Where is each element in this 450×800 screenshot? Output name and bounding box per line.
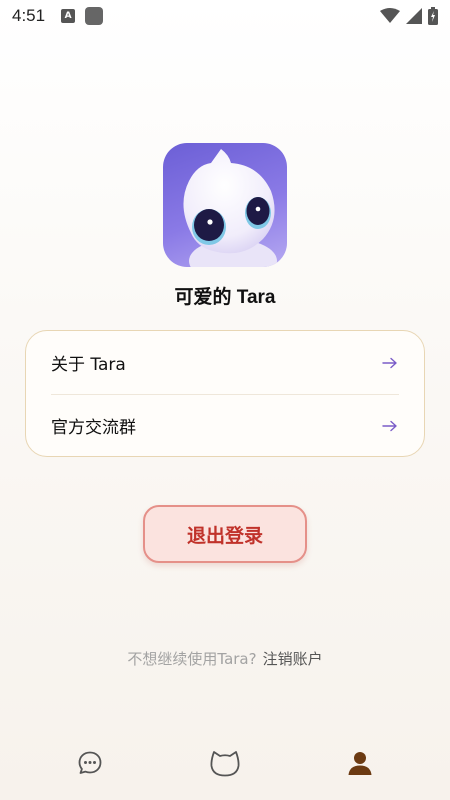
wifi-icon [380,8,400,23]
tab-chat[interactable] [65,738,115,788]
app-logo [163,143,287,267]
deactivate-row: 不想继续使用Tara? 注销账户 [0,648,450,669]
status-time: 4:51 [12,6,46,25]
tab-home[interactable] [200,738,250,788]
deactivate-account-link[interactable]: 注销账户 [263,650,323,668]
logout-label: 退出登录 [186,524,263,547]
deactivate-prompt: 不想继续使用Tara? [127,650,257,668]
menu-card: 关于 Tara 官方交流群 [25,330,425,457]
status-bar: 4:51 A [0,0,450,32]
status-indicators [380,7,438,25]
menu-item-label: 官方交流群 [51,418,136,438]
menu-item-about[interactable]: 关于 Tara [26,331,424,394]
menu-item-label: 关于 Tara [51,355,126,375]
app-name: 可爱的 Tara [174,287,276,308]
battery-icon [428,7,438,25]
tab-profile[interactable] [335,738,385,788]
menu-item-community-group[interactable]: 官方交流群 [26,394,424,457]
notification-square-icon [85,7,104,25]
tara-cat-logo-icon [183,149,277,267]
cellular-signal-icon [406,8,422,24]
chat-bubble-icon [78,751,102,774]
notification-a-icon: A [61,9,76,23]
person-icon [348,752,372,775]
bottom-tab-bar [0,738,450,788]
arrow-right-icon [382,420,397,431]
cat-head-icon [210,751,240,777]
logout-button[interactable]: 退出登录 [143,505,307,563]
arrow-right-icon [382,357,397,368]
